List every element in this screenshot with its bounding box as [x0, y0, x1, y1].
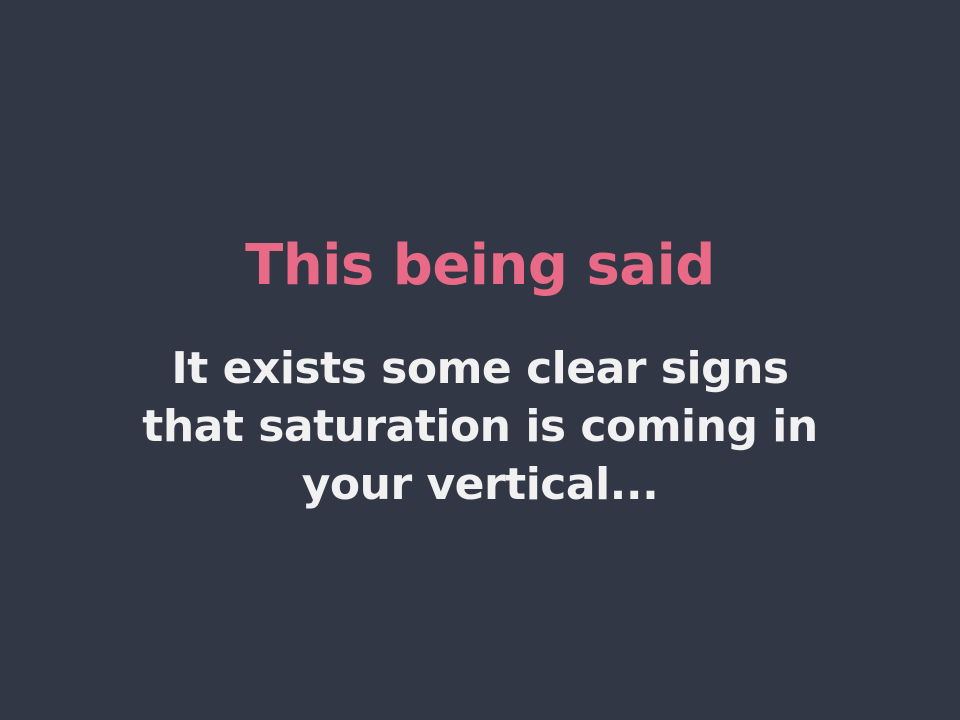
body-line: It exists some clear signs [171, 343, 789, 394]
slide: This being said It exists some clear sig… [0, 0, 960, 720]
slide-body-text: It exists some clear signs that saturati… [0, 340, 960, 514]
body-line: that saturation is coming in [142, 401, 818, 452]
body-line: your vertical... [301, 459, 659, 510]
slide-title: This being said [245, 233, 715, 298]
